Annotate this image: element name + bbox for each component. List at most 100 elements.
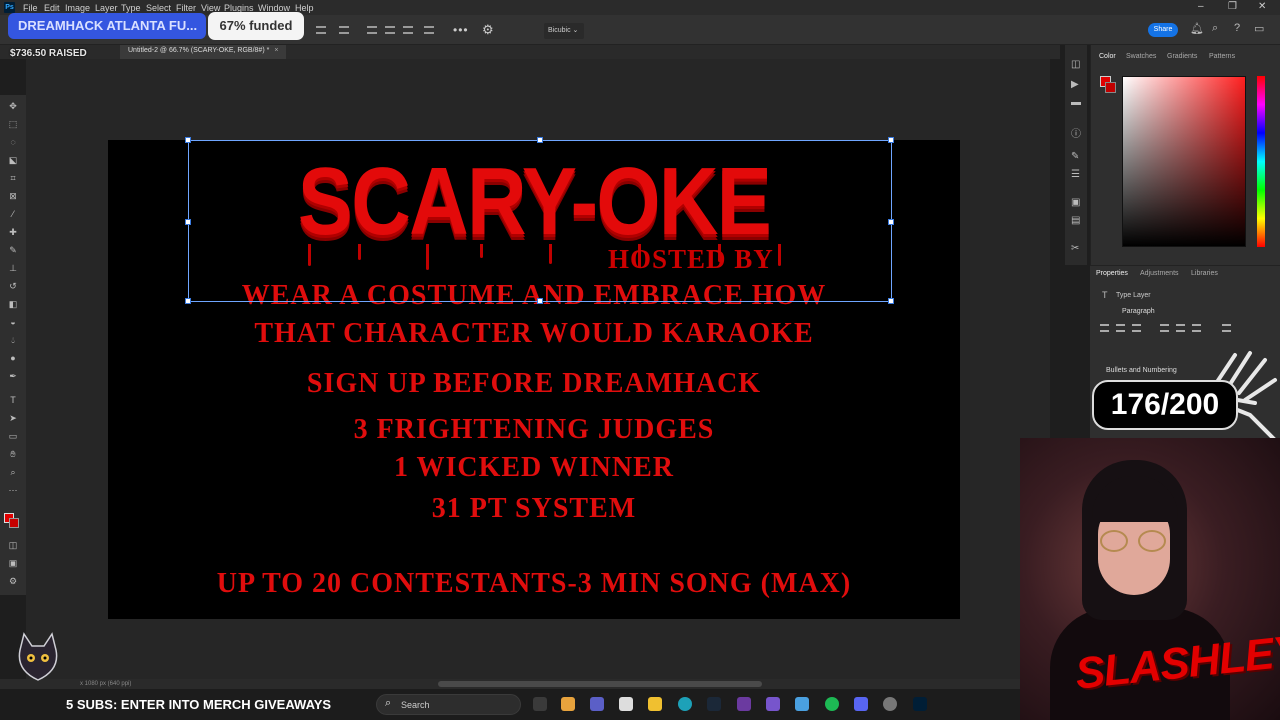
tab-properties[interactable]: Properties bbox=[1096, 270, 1128, 277]
transform-handle[interactable] bbox=[185, 298, 191, 304]
transform-handle[interactable] bbox=[537, 298, 543, 304]
interpolation-select[interactable]: Bicubic ⌄ bbox=[544, 23, 584, 39]
hue-slider[interactable] bbox=[1257, 76, 1265, 247]
paragraph-section[interactable]: Paragraph bbox=[1122, 308, 1155, 315]
document-icon[interactable]: ▤ bbox=[1071, 215, 1080, 226]
healing-brush-icon[interactable]: ✚ bbox=[7, 227, 19, 237]
distribute-left-icon[interactable] bbox=[367, 26, 377, 34]
edit-toolbar-icon[interactable]: ⚙ bbox=[7, 576, 19, 586]
transform-handle[interactable] bbox=[888, 298, 894, 304]
minimize-icon[interactable]: – bbox=[1198, 1, 1204, 12]
steam-icon[interactable] bbox=[707, 697, 721, 711]
app-icon[interactable] bbox=[766, 697, 780, 711]
canvas-line-winner[interactable]: 1 WICKED WINNER bbox=[108, 452, 960, 484]
justify-all-icon[interactable] bbox=[1222, 324, 1231, 332]
color-picker-field[interactable] bbox=[1122, 76, 1246, 247]
bell-icon[interactable]: 🔔︎ bbox=[1190, 22, 1204, 35]
gear-icon[interactable]: ⚙ bbox=[482, 22, 494, 38]
align-left-icon[interactable] bbox=[316, 26, 326, 34]
cube-icon[interactable]: ▣ bbox=[1071, 197, 1080, 208]
crop-tool-icon[interactable]: ⌗ bbox=[7, 173, 19, 183]
pen-tool-icon[interactable]: ✒ bbox=[7, 371, 19, 381]
transform-handle[interactable] bbox=[888, 219, 894, 225]
app-icon[interactable] bbox=[795, 697, 809, 711]
photoshop-logo-icon[interactable]: Ps bbox=[4, 2, 15, 13]
distribute-spacing-icon[interactable] bbox=[424, 26, 434, 34]
justify-left-icon[interactable] bbox=[1160, 324, 1169, 332]
canvas-line-contestants[interactable]: UP TO 20 CONTESTANTS-3 MIN SONG (MAX) bbox=[108, 568, 960, 600]
background-color-swatch[interactable] bbox=[9, 518, 19, 528]
eyedropper-tool-icon[interactable]: ⁄ bbox=[7, 209, 19, 219]
comment-icon[interactable]: ▬ bbox=[1071, 97, 1081, 108]
menu-filter[interactable]: Filter bbox=[176, 3, 196, 13]
eraser-tool-icon[interactable]: ◧ bbox=[7, 299, 19, 309]
canvas-line-points[interactable]: 31 PT SYSTEM bbox=[108, 493, 960, 525]
transform-handle[interactable] bbox=[537, 137, 543, 143]
type-tool-icon[interactable]: T bbox=[7, 395, 19, 405]
frame-tool-icon[interactable]: ⊠ bbox=[7, 191, 19, 201]
transform-handle[interactable] bbox=[185, 137, 191, 143]
quick-mask-icon[interactable]: ◫ bbox=[7, 540, 19, 550]
menu-file[interactable]: File bbox=[23, 3, 38, 13]
discord-icon[interactable] bbox=[854, 697, 868, 711]
file-explorer-icon[interactable] bbox=[648, 697, 662, 711]
spotify-icon[interactable] bbox=[825, 697, 839, 711]
transform-handle[interactable] bbox=[888, 137, 894, 143]
blur-tool-icon[interactable]: 💧︎ bbox=[7, 335, 19, 345]
teams-icon[interactable] bbox=[590, 697, 604, 711]
zoom-tool-icon[interactable]: ⌕ bbox=[7, 467, 19, 477]
sliders-icon[interactable]: ☰ bbox=[1071, 169, 1080, 180]
move-tool-icon[interactable]: ✥ bbox=[7, 101, 19, 111]
tools-icon[interactable]: ✂ bbox=[1071, 243, 1079, 254]
marquee-tool-icon[interactable]: ⬚ bbox=[7, 119, 19, 129]
layers-icon[interactable]: ◫ bbox=[1071, 59, 1080, 70]
justify-right-icon[interactable] bbox=[1192, 324, 1201, 332]
search-icon[interactable]: ⌕ bbox=[1212, 22, 1218, 35]
obs-icon[interactable] bbox=[883, 697, 897, 711]
dodge-tool-icon[interactable]: ● bbox=[7, 353, 19, 363]
object-select-tool-icon[interactable]: ⬕ bbox=[7, 155, 19, 165]
tab-libraries[interactable]: Libraries bbox=[1191, 270, 1218, 277]
menu-select[interactable]: Select bbox=[146, 3, 171, 13]
canvas-line-judges[interactable]: 3 FRIGHTENING JUDGES bbox=[108, 414, 960, 446]
edge-icon[interactable] bbox=[678, 697, 692, 711]
justify-center-icon[interactable] bbox=[1176, 324, 1185, 332]
canvas-line-signup[interactable]: SIGN UP BEFORE DREAMHACK bbox=[108, 368, 960, 400]
tab-document[interactable]: Untitled-2 @ 66.7% (SCARY-OKE, RGB/8#) *… bbox=[120, 45, 287, 59]
tab-gradients[interactable]: Gradients bbox=[1167, 53, 1197, 60]
hand-tool-icon[interactable]: ✋︎ bbox=[7, 449, 19, 459]
panel-background-swatch[interactable] bbox=[1105, 82, 1116, 93]
paint-bucket-icon[interactable]: ◒ bbox=[7, 317, 19, 327]
more-options-icon[interactable]: ••• bbox=[453, 23, 469, 37]
task-view-icon[interactable] bbox=[533, 697, 547, 711]
restore-icon[interactable]: ❐ bbox=[1228, 1, 1237, 12]
copilot-icon[interactable] bbox=[561, 697, 575, 711]
history-brush-icon[interactable]: ↺ bbox=[7, 281, 19, 291]
align-center-icon[interactable] bbox=[339, 26, 349, 34]
menu-image[interactable]: Image bbox=[65, 3, 90, 13]
brush-settings-icon[interactable]: ✎ bbox=[1071, 151, 1079, 162]
align-right-text-icon[interactable] bbox=[1132, 324, 1141, 332]
canvas-line-karaoke[interactable]: THAT CHARACTER WOULD KARAOKE bbox=[108, 318, 960, 350]
menu-layer[interactable]: Layer bbox=[95, 3, 118, 13]
path-select-icon[interactable]: ➤ bbox=[7, 413, 19, 423]
tab-swatches[interactable]: Swatches bbox=[1126, 53, 1156, 60]
info-icon[interactable]: ⓘ bbox=[1071, 125, 1081, 140]
align-left-text-icon[interactable] bbox=[1100, 324, 1109, 332]
tab-close-icon[interactable]: × bbox=[274, 47, 278, 54]
horizontal-scrollbar[interactable] bbox=[438, 681, 762, 687]
more-tools-icon[interactable]: ⋯ bbox=[7, 485, 19, 495]
taskbar-search[interactable]: ⌕ Search bbox=[376, 694, 521, 715]
tab-patterns[interactable]: Patterns bbox=[1209, 53, 1235, 60]
brush-tool-icon[interactable]: ✎ bbox=[7, 245, 19, 255]
calculator-icon[interactable] bbox=[619, 697, 633, 711]
transform-handle[interactable] bbox=[185, 219, 191, 225]
document-canvas[interactable]: SCARY-OKE HOSTED BY WEAR A COSTUME AND E… bbox=[108, 137, 960, 619]
tab-color[interactable]: Color bbox=[1099, 53, 1116, 60]
menu-type[interactable]: Type bbox=[121, 3, 141, 13]
play-icon[interactable]: ▶ bbox=[1071, 79, 1079, 90]
bullets-section[interactable]: Bullets and Numbering bbox=[1106, 367, 1177, 374]
photoshop-taskbar-icon[interactable] bbox=[913, 697, 927, 711]
help-icon[interactable]: ? bbox=[1234, 22, 1240, 34]
screen-mode-icon[interactable]: ▣ bbox=[7, 558, 19, 568]
